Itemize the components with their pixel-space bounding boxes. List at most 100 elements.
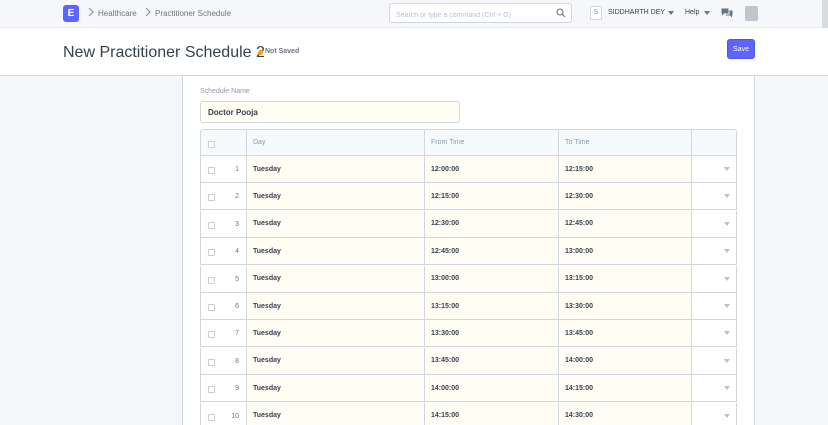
to-time-cell[interactable]: 14:15:00: [559, 375, 692, 402]
day-cell[interactable]: Tuesday: [247, 183, 425, 210]
row-action-cell[interactable]: [692, 238, 737, 264]
row-checkbox[interactable]: [208, 167, 215, 174]
header-check-cell: [201, 130, 247, 155]
row-check-cell: 9: [201, 375, 247, 402]
row-checkbox[interactable]: [208, 194, 215, 202]
row-action-cell[interactable]: [692, 375, 737, 401]
row-action-cell[interactable]: [692, 211, 737, 237]
table-row[interactable]: 7 Tuesday 13:30:00 13:45:00: [200, 320, 737, 348]
from-time-cell[interactable]: 12:15:00: [425, 183, 559, 210]
row-edit-caret-icon[interactable]: [723, 221, 730, 226]
row-checkbox[interactable]: [208, 304, 215, 311]
to-time-cell[interactable]: 13:15:00: [559, 265, 692, 292]
table-row[interactable]: 1 Tuesday 12:00:00 12:15:00: [200, 156, 737, 183]
row-checkbox[interactable]: [208, 358, 215, 366]
from-time-cell[interactable]: 13:15:00: [425, 293, 559, 319]
breadcrumb-practitioner-schedule[interactable]: Practitioner Schedule: [155, 9, 231, 18]
from-time-cell[interactable]: 13:00:00: [425, 265, 559, 292]
table-row[interactable]: 5 Tuesday 13:00:00 13:15:00: [200, 265, 737, 293]
app-switcher-icon[interactable]: [745, 6, 758, 21]
row-action-cell[interactable]: [692, 403, 737, 425]
avatar[interactable]: S: [590, 6, 602, 20]
row-checkbox[interactable]: [208, 249, 215, 257]
row-check-cell: 1: [201, 156, 247, 182]
day-cell[interactable]: Tuesday: [247, 402, 425, 425]
caret-down-icon[interactable]: [704, 11, 710, 15]
page-title: New Practitioner Schedule 2: [63, 44, 265, 61]
caret-down-icon[interactable]: [668, 11, 674, 15]
day-cell[interactable]: Tuesday: [247, 238, 425, 265]
day-cell[interactable]: Tuesday: [247, 265, 425, 292]
search-icon[interactable]: [556, 8, 566, 18]
row-checkbox[interactable]: [208, 331, 215, 339]
chat-icon[interactable]: [721, 8, 733, 18]
row-checkbox[interactable]: [208, 221, 215, 229]
from-time-cell[interactable]: 12:45:00: [425, 238, 559, 265]
row-edit-caret-icon[interactable]: [723, 194, 730, 199]
row-checkbox[interactable]: [208, 413, 215, 421]
table-row[interactable]: 4 Tuesday 12:45:00 13:00:00: [200, 238, 737, 266]
row-action-cell[interactable]: [692, 156, 737, 182]
row-edit-caret-icon[interactable]: [723, 304, 730, 308]
row-index: 5: [235, 275, 239, 283]
to-time-cell[interactable]: 14:00:00: [559, 347, 692, 374]
day-cell[interactable]: Tuesday: [247, 320, 425, 347]
day-cell[interactable]: Tuesday: [247, 347, 425, 374]
table-row[interactable]: 2 Tuesday 12:15:00 12:30:00: [200, 183, 737, 211]
day-cell[interactable]: Tuesday: [247, 210, 425, 237]
to-time-cell[interactable]: 13:30:00: [559, 293, 692, 319]
table-row[interactable]: 8 Tuesday 13:45:00 14:00:00: [200, 347, 737, 375]
row-action-cell[interactable]: [692, 320, 737, 346]
row-action-cell[interactable]: [692, 183, 737, 209]
row-action-cell[interactable]: [692, 266, 737, 292]
from-time-cell[interactable]: 13:45:00: [425, 347, 559, 374]
to-time-cell[interactable]: 13:00:00: [559, 238, 692, 265]
row-checkbox[interactable]: [208, 276, 215, 284]
row-edit-caret-icon[interactable]: [723, 167, 730, 171]
row-edit-caret-icon[interactable]: [723, 386, 730, 391]
row-edit-caret-icon[interactable]: [723, 331, 730, 336]
from-time-cell[interactable]: 12:30:00: [425, 210, 559, 237]
table-row[interactable]: 6 Tuesday 13:15:00 13:30:00: [200, 293, 737, 320]
save-button[interactable]: Save: [727, 39, 755, 59]
row-check-cell: 7: [201, 320, 247, 347]
search-input[interactable]: [390, 6, 550, 25]
breadcrumb-healthcare[interactable]: Healthcare: [98, 9, 137, 18]
user-menu-toggle[interactable]: SIDDHARTH DEY: [608, 9, 665, 16]
to-time-cell[interactable]: 12:30:00: [559, 183, 692, 210]
row-checkbox[interactable]: [208, 386, 215, 394]
row-edit-caret-icon[interactable]: [723, 276, 730, 281]
page-head: New Practitioner Schedule 2 Not Saved Sa…: [0, 28, 828, 76]
row-index: 2: [235, 193, 239, 201]
row-edit-caret-icon[interactable]: [723, 249, 730, 254]
to-time-cell[interactable]: 13:45:00: [559, 320, 692, 347]
to-time-cell[interactable]: 14:30:00: [559, 402, 692, 425]
to-time-cell[interactable]: 12:15:00: [559, 156, 692, 182]
app-logo[interactable]: E: [63, 5, 79, 22]
row-action-cell[interactable]: [692, 348, 737, 374]
chevron-right-icon: [145, 7, 151, 17]
row-edit-caret-icon[interactable]: [723, 413, 730, 418]
row-check-cell: 3: [201, 210, 247, 237]
day-cell[interactable]: Tuesday: [247, 375, 425, 402]
row-edit-caret-icon[interactable]: [723, 358, 730, 363]
table-row[interactable]: 10 Tuesday 14:15:00 14:30:00: [200, 402, 737, 425]
from-time-cell[interactable]: 13:30:00: [425, 320, 559, 347]
from-time-cell[interactable]: 12:00:00: [425, 156, 559, 182]
table-row[interactable]: 9 Tuesday 14:00:00 14:15:00: [200, 375, 737, 403]
to-time-cell[interactable]: 12:45:00: [559, 210, 692, 237]
row-check-cell: 4: [201, 238, 247, 265]
table-row[interactable]: 3 Tuesday 12:30:00 12:45:00: [200, 210, 737, 238]
schedule-name-label: Schedule Name: [200, 88, 250, 95]
day-cell[interactable]: Tuesday: [247, 293, 425, 319]
from-time-cell[interactable]: 14:15:00: [425, 402, 559, 425]
row-index: 4: [235, 248, 239, 256]
select-all-checkbox[interactable]: [208, 141, 215, 148]
row-action-cell[interactable]: [692, 293, 737, 319]
help-menu-toggle[interactable]: Help: [685, 9, 699, 16]
navbar: E Healthcare Practitioner Schedule S SID…: [0, 0, 828, 48]
day-cell[interactable]: Tuesday: [247, 156, 425, 182]
schedule-name-field[interactable]: [200, 101, 460, 123]
column-header-from-time: From Time: [425, 130, 559, 155]
from-time-cell[interactable]: 14:00:00: [425, 375, 559, 402]
